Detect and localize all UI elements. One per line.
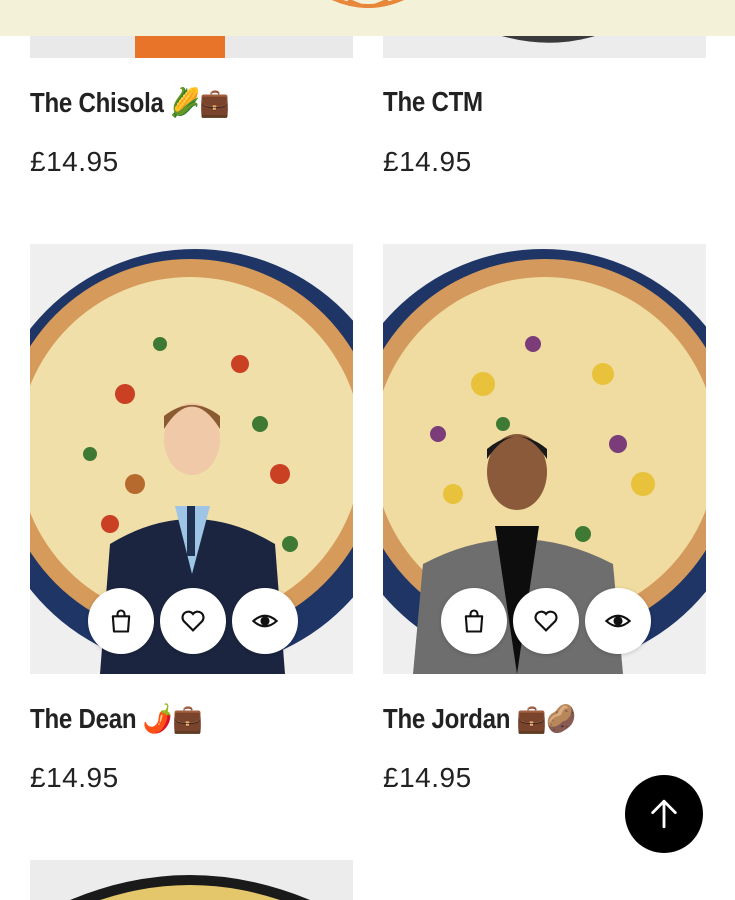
product-name[interactable]: The Dean 🌶️💼	[30, 702, 202, 735]
product-card[interactable]: The Dean 🌶️💼 £14.95	[30, 244, 353, 804]
product-actions	[441, 588, 651, 654]
quick-view-button[interactable]	[232, 588, 298, 654]
scroll-to-top-button[interactable]	[625, 775, 703, 853]
wishlist-button[interactable]	[513, 588, 579, 654]
shopping-bag-icon	[464, 609, 484, 633]
quick-view-button[interactable]	[585, 588, 651, 654]
product-name[interactable]: The Jordan 💼🥔	[383, 702, 576, 735]
eye-icon	[251, 614, 279, 628]
product-price: £14.95	[30, 762, 119, 793]
heart-icon	[181, 610, 205, 632]
product-name[interactable]: The Chisola 🌽💼	[30, 86, 230, 119]
add-to-cart-button[interactable]	[88, 588, 154, 654]
logo-icon[interactable]	[318, 0, 418, 8]
product-card[interactable]: The Jordan 💼🥔 £14.95	[383, 244, 706, 804]
product-name[interactable]: The CTM	[383, 86, 483, 118]
product-price: £14.95	[383, 762, 472, 793]
add-to-cart-button[interactable]	[441, 588, 507, 654]
product-price: £14.95	[383, 146, 472, 177]
product-actions	[88, 588, 298, 654]
eye-icon	[604, 614, 632, 628]
header-bar	[0, 0, 735, 36]
heart-icon	[534, 610, 558, 632]
arrow-up-icon	[651, 799, 677, 829]
wishlist-button[interactable]	[160, 588, 226, 654]
product-image[interactable]	[30, 860, 353, 900]
shopping-bag-icon	[111, 609, 131, 633]
product-price: £14.95	[30, 146, 119, 177]
product-card[interactable]	[30, 860, 353, 900]
